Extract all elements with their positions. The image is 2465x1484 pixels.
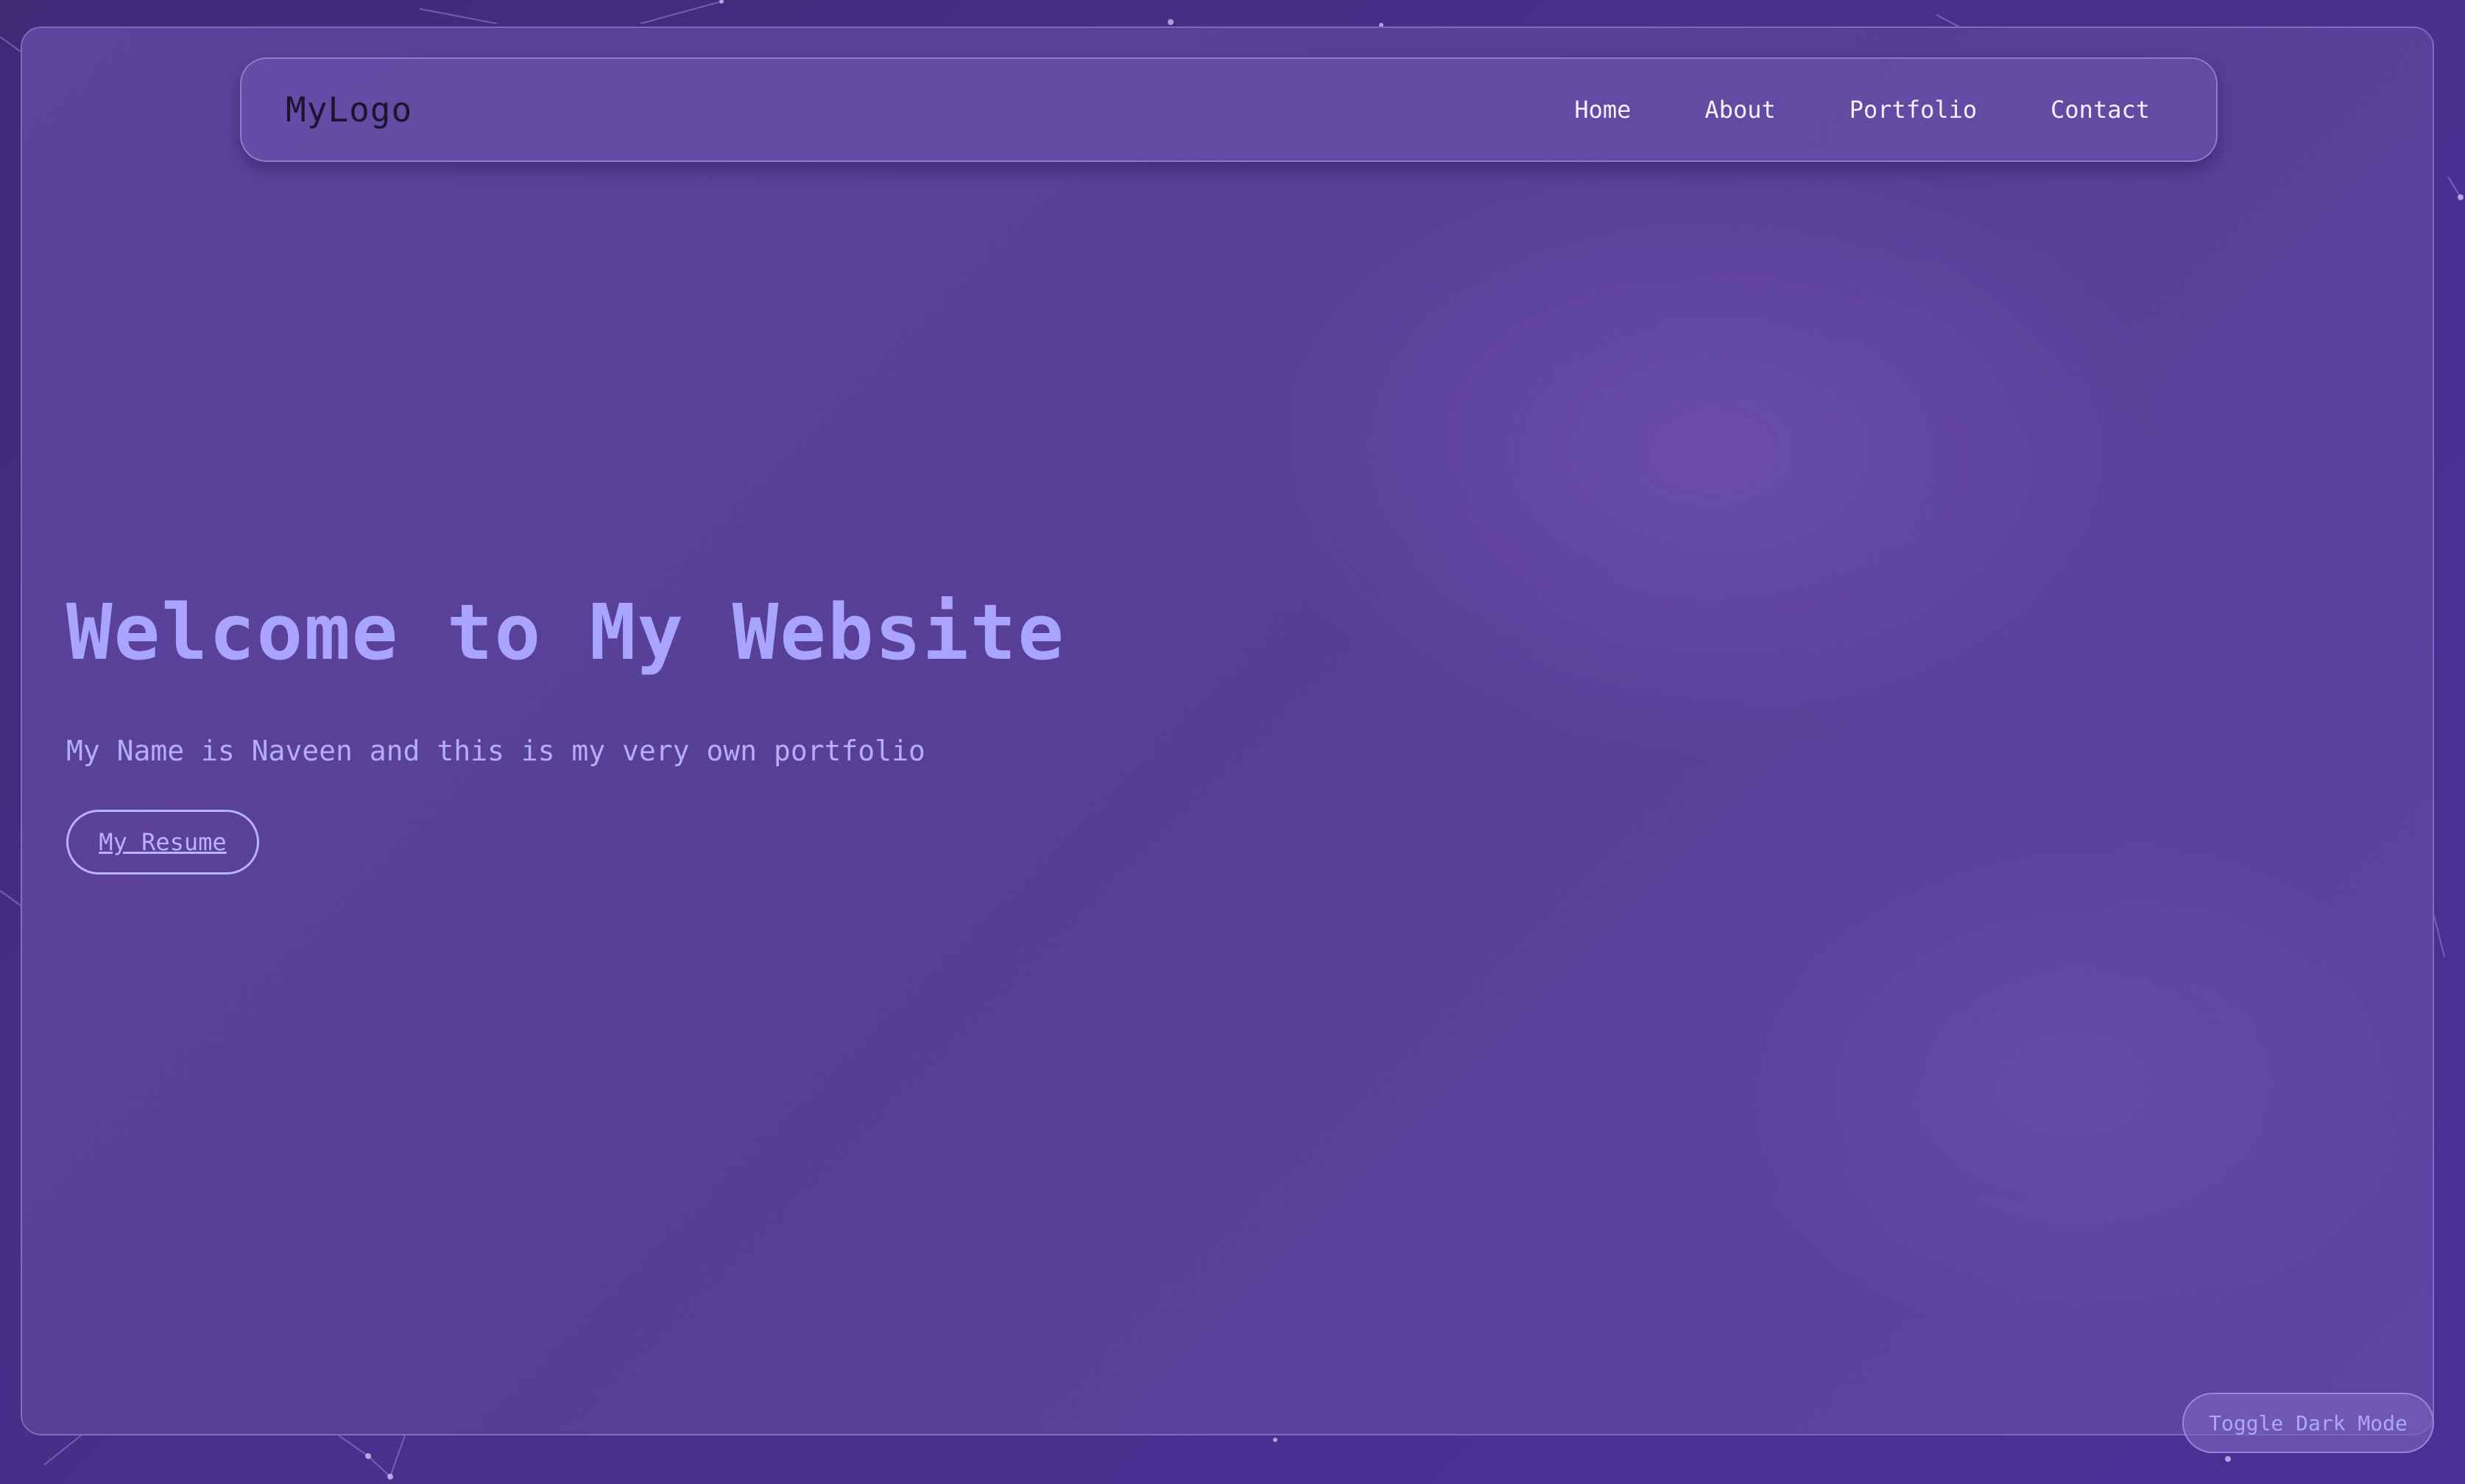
resume-button[interactable]: My Resume xyxy=(66,810,259,875)
toggle-dark-mode-button[interactable]: Toggle Dark Mode xyxy=(2182,1393,2434,1453)
nav-link-about[interactable]: About xyxy=(1704,96,1775,124)
nav-link-contact[interactable]: Contact xyxy=(2050,96,2150,124)
logo[interactable]: MyLogo xyxy=(286,90,412,130)
nav-link-portfolio[interactable]: Portfolio xyxy=(1849,96,1977,124)
nav-link-home[interactable]: Home xyxy=(1574,96,1631,124)
glass-panel: MyLogo Home About Portfolio Contact Welc… xyxy=(21,26,2434,1435)
hero-title: Welcome to My Website xyxy=(66,587,1065,677)
nav-links: Home About Portfolio Contact xyxy=(1574,96,2150,124)
hero-subtitle: My Name is Naveen and this is my very ow… xyxy=(66,735,925,767)
navbar: MyLogo Home About Portfolio Contact xyxy=(240,57,2218,162)
